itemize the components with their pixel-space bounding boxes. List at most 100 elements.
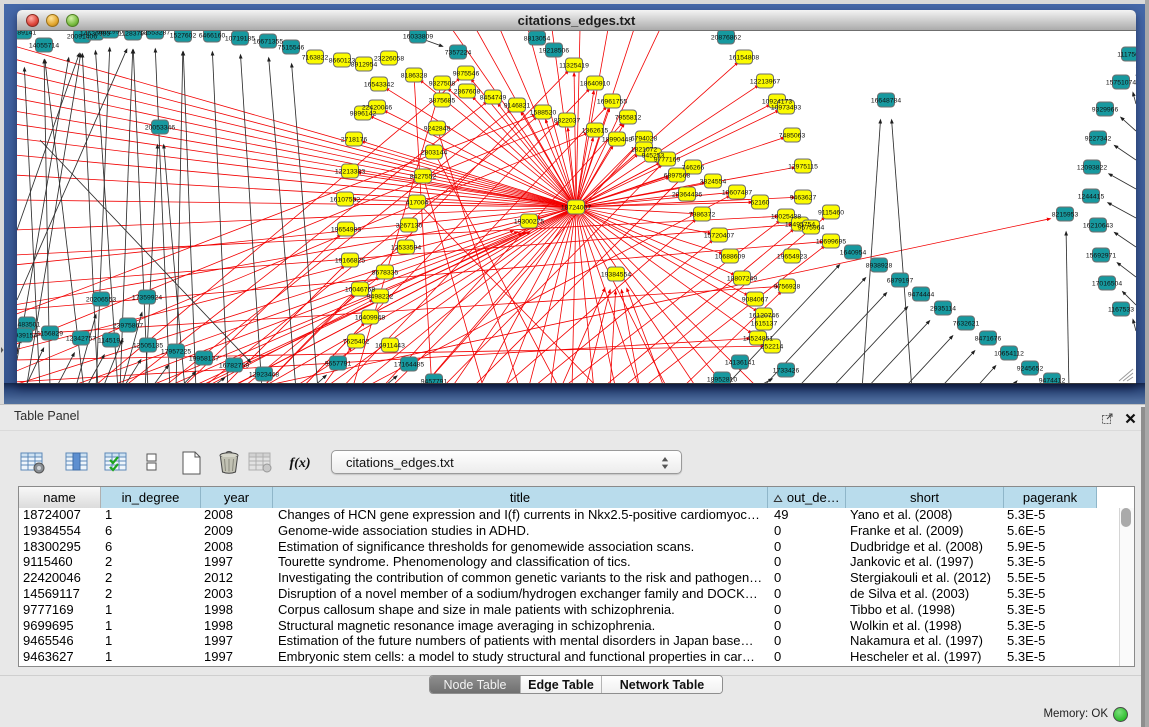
svg-text:6897568: 6897568	[664, 173, 691, 180]
svg-text:14136141: 14136141	[725, 360, 755, 367]
svg-text:3824554: 3824554	[700, 179, 727, 186]
svg-text:2803144: 2803144	[421, 150, 448, 157]
svg-text:8912954: 8912954	[351, 62, 378, 69]
svg-text:15751074: 15751074	[1106, 80, 1136, 87]
svg-text:12213383: 12213383	[335, 169, 365, 176]
svg-text:18952810: 18952810	[707, 377, 737, 384]
svg-text:6466160: 6466160	[199, 33, 226, 40]
svg-text:1156829: 1156829	[37, 331, 63, 338]
svg-text:16911443: 16911443	[375, 343, 405, 350]
svg-text:17957225: 17957225	[161, 349, 191, 356]
svg-text:2367608: 2367608	[454, 89, 481, 96]
svg-text:8938928: 8938928	[866, 263, 893, 270]
svg-text:16782759: 16782759	[219, 363, 249, 370]
svg-text:9463627: 9463627	[790, 195, 817, 202]
svg-text:7515546: 7515546	[278, 45, 305, 52]
svg-text:9498222: 9498222	[367, 294, 394, 301]
svg-text:19300275: 19300275	[514, 219, 544, 226]
svg-text:20364436: 20364436	[672, 192, 702, 199]
svg-text:3267130: 3267130	[396, 223, 423, 230]
svg-text:20053346: 20053346	[145, 125, 175, 132]
svg-text:1615137: 1615137	[751, 321, 778, 328]
svg-text:7955812: 7955812	[615, 115, 642, 122]
svg-text:7986372: 7986372	[689, 212, 716, 219]
svg-text:12093822: 12093822	[1077, 165, 1107, 172]
svg-text:16409948: 16409948	[355, 315, 385, 322]
svg-text:15720407: 15720407	[704, 233, 734, 240]
svg-text:9084067: 9084067	[742, 297, 769, 304]
svg-text:1483501: 1483501	[17, 322, 40, 329]
svg-text:10553287: 10553287	[140, 31, 170, 37]
svg-text:8471676: 8471676	[975, 336, 1002, 343]
svg-text:19958137: 19958137	[189, 356, 219, 363]
svg-text:1244415: 1244415	[1078, 194, 1105, 201]
svg-text:12342757: 12342757	[66, 336, 96, 343]
svg-text:9875546: 9875546	[453, 71, 480, 78]
svg-text:9327508: 9327508	[429, 81, 456, 88]
svg-text:18640910: 18640910	[580, 81, 610, 88]
svg-text:10046768: 10046768	[345, 287, 375, 294]
svg-text:7632621: 7632621	[953, 321, 980, 328]
svg-text:16033809: 16033809	[403, 34, 433, 41]
svg-text:16543342: 16543342	[364, 82, 394, 89]
svg-text:19384554: 19384554	[601, 272, 631, 279]
svg-text:7485063: 7485063	[779, 133, 806, 140]
svg-text:9146821: 9146821	[504, 103, 531, 110]
svg-text:19654983: 19654983	[331, 227, 361, 234]
svg-text:7625402: 7625402	[343, 339, 370, 346]
svg-text:11325419: 11325419	[559, 63, 589, 70]
svg-text:20876862: 20876862	[711, 35, 741, 42]
svg-text:3875685: 3875685	[429, 98, 456, 105]
svg-text:2489141: 2489141	[17, 31, 36, 37]
svg-text:9115460: 9115460	[818, 210, 844, 217]
svg-text:9474412: 9474412	[1039, 378, 1066, 384]
svg-text:8215953: 8215953	[1052, 212, 1079, 219]
svg-text:2718176: 2718176	[341, 137, 368, 144]
svg-text:20206553: 20206553	[86, 297, 116, 304]
svg-text:9777169: 9777169	[654, 157, 681, 164]
svg-text:16154808: 16154808	[729, 55, 759, 62]
svg-text:746266: 746266	[682, 165, 705, 172]
svg-text:12923448: 12923448	[249, 372, 279, 379]
svg-text:18724007: 18724007	[561, 205, 591, 212]
svg-text:16961755: 16961755	[597, 99, 627, 106]
svg-text:17164485: 17164485	[394, 362, 424, 369]
svg-text:1733426: 1733426	[773, 368, 800, 375]
svg-text:10973493: 10973493	[771, 105, 801, 112]
svg-text:18990448: 18990448	[602, 137, 632, 144]
svg-text:1145194: 1145194	[98, 338, 124, 345]
svg-text:8186328: 8186328	[401, 73, 428, 80]
svg-text:16210643: 16210643	[1083, 223, 1113, 230]
svg-text:16648784: 16648784	[871, 98, 901, 105]
svg-text:18807249: 18807249	[727, 276, 757, 283]
svg-text:1640954: 1640954	[840, 250, 867, 257]
svg-text:23226058: 23226058	[374, 56, 404, 63]
svg-text:9575964: 9575964	[798, 225, 825, 232]
svg-text:17359924: 17359924	[132, 295, 162, 302]
svg-text:15692971: 15692971	[1086, 253, 1116, 260]
svg-text:9657791: 9657791	[325, 361, 352, 368]
svg-text:7357224: 7357224	[445, 50, 472, 57]
svg-text:19166825: 19166825	[335, 258, 365, 265]
svg-text:16120746: 16120746	[749, 313, 779, 320]
svg-text:8427552: 8427552	[410, 174, 437, 181]
svg-text:9896142: 9896142	[350, 111, 377, 118]
svg-text:10699695: 10699695	[816, 239, 846, 246]
svg-text:23975867: 23975867	[113, 323, 143, 330]
svg-text:9245652: 9245652	[1017, 366, 1044, 373]
svg-text:19654923: 19654923	[777, 254, 807, 261]
svg-text:14055714: 14055714	[29, 43, 59, 50]
svg-text:10607487: 10607487	[722, 190, 752, 197]
svg-text:9474444: 9474444	[908, 292, 935, 299]
svg-text:417004: 417004	[406, 200, 429, 207]
svg-text:9756928: 9756928	[774, 284, 801, 291]
svg-text:17016504: 17016504	[1092, 281, 1122, 288]
svg-text:9242848: 9242848	[424, 126, 451, 133]
svg-text:10688609: 10688609	[715, 254, 745, 261]
svg-text:1588520: 1588520	[530, 110, 557, 117]
svg-text:1167533: 1167533	[1108, 307, 1134, 314]
svg-text:f(x): f(x)	[290, 456, 311, 471]
svg-text:12975115: 12975115	[788, 164, 818, 171]
svg-text:6794028: 6794028	[631, 136, 658, 143]
svg-text:6879197: 6879197	[887, 278, 914, 285]
